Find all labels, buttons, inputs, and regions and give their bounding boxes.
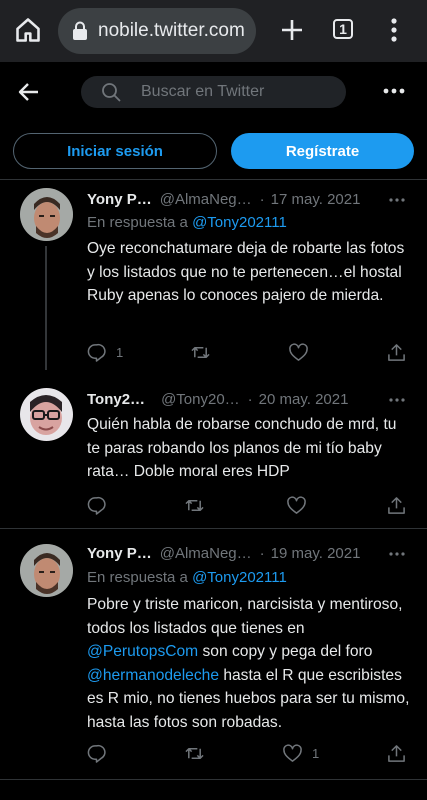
timestamp[interactable]: 20 may. 2021 xyxy=(259,391,349,408)
tweet[interactable]: Tony2… @Tony20… · 20 may. 2021 Quién hab… xyxy=(0,380,427,528)
url-text: nobile.twitter.com xyxy=(98,20,245,41)
avatar-photo xyxy=(20,188,73,241)
display-name[interactable]: Yony P… xyxy=(87,545,152,562)
search-placeholder: Buscar en Twitter xyxy=(141,83,265,100)
tab-switcher-icon[interactable]: 1 xyxy=(333,19,353,39)
timestamp[interactable]: 17 may. 2021 xyxy=(271,191,361,208)
like-button[interactable]: 1 xyxy=(283,742,319,764)
tweet-header: Tony2… @Tony20… · 20 may. 2021 xyxy=(87,391,348,408)
search-icon xyxy=(102,83,121,102)
share-icon xyxy=(388,496,405,514)
tweet-text-part: son copy y pega del foro xyxy=(198,643,373,660)
tweet-text-part: Pobre y triste maricon, narcisista y men… xyxy=(87,596,403,637)
like-icon xyxy=(289,342,308,361)
mention-link[interactable]: @hermanodeleche xyxy=(87,667,219,684)
separator-dot: · xyxy=(247,391,253,408)
separator-dot: · xyxy=(259,191,265,208)
address-bar[interactable]: nobile.twitter.com xyxy=(58,8,256,54)
tweet-actions: 1 xyxy=(87,341,407,363)
like-icon xyxy=(283,743,302,762)
reply-count: 1 xyxy=(116,344,124,360)
reply-icon xyxy=(87,343,106,362)
tweet-header: Yony P… @AlmaNeg… · 19 may. 2021 xyxy=(87,545,360,562)
tweet-text: Pobre y triste maricon, narcisista y men… xyxy=(87,593,412,734)
more-horizontal-icon[interactable] xyxy=(389,552,405,556)
share-icon xyxy=(388,343,405,361)
login-button[interactable]: Iniciar sesión xyxy=(13,133,217,169)
timestamp[interactable]: 19 may. 2021 xyxy=(271,545,361,562)
avatar[interactable] xyxy=(20,388,73,441)
like-button[interactable] xyxy=(289,341,318,363)
share-button[interactable] xyxy=(387,494,406,516)
retweet-icon xyxy=(185,747,204,759)
retweet-button[interactable] xyxy=(185,742,214,764)
reply-button[interactable]: 1 xyxy=(87,341,123,363)
more-horizontal-icon[interactable] xyxy=(389,198,405,202)
tweet-text: Oye reconchatumare deja de robarte las f… xyxy=(87,240,405,304)
signup-button[interactable]: Regístrate xyxy=(231,133,414,169)
tweet-header: Yony P… @AlmaNeg… · 17 may. 2021 xyxy=(87,191,360,208)
username[interactable]: @AlmaNeg… xyxy=(160,191,252,208)
reply-prefix: En respuesta a xyxy=(87,214,188,231)
retweet-icon xyxy=(185,499,204,511)
tab-count: 1 xyxy=(339,21,347,37)
tweet-text: Quién habla de robarse conchudo de mrd, … xyxy=(87,416,397,480)
reply-prefix: En respuesta a xyxy=(87,569,188,586)
like-button[interactable] xyxy=(287,494,316,516)
search-input[interactable]: Buscar en Twitter xyxy=(81,76,346,108)
tweet[interactable]: Yony P… @AlmaNeg… · 17 may. 2021 En resp… xyxy=(0,180,427,380)
home-icon[interactable] xyxy=(14,16,42,44)
thread-line xyxy=(45,246,47,370)
tweet-actions: 1 xyxy=(87,742,407,764)
retweet-button[interactable] xyxy=(191,341,220,363)
tweet[interactable]: Yony P… @AlmaNeg… · 19 may. 2021 En resp… xyxy=(0,529,427,779)
retweet-icon xyxy=(191,346,210,358)
plus-icon[interactable] xyxy=(280,18,304,42)
like-icon xyxy=(287,495,306,514)
divider xyxy=(0,779,427,780)
reply-icon xyxy=(87,744,106,763)
tweet-actions xyxy=(87,494,407,516)
reply-button[interactable] xyxy=(87,742,116,764)
kebab-menu-icon[interactable] xyxy=(384,17,404,43)
mention-link[interactable]: @Tony202111 xyxy=(192,569,287,586)
browser-toolbar: nobile.twitter.com 1 xyxy=(0,0,427,62)
back-arrow-icon[interactable] xyxy=(18,81,40,103)
avatar[interactable] xyxy=(20,544,73,597)
share-button[interactable] xyxy=(387,742,406,764)
mention-link[interactable]: @Tony202111 xyxy=(192,214,287,231)
share-icon xyxy=(388,744,405,762)
retweet-button[interactable] xyxy=(185,494,214,516)
avatar-photo xyxy=(20,388,73,441)
share-button[interactable] xyxy=(387,341,406,363)
more-horizontal-icon[interactable] xyxy=(383,88,405,94)
more-horizontal-icon[interactable] xyxy=(389,398,405,402)
reply-icon xyxy=(87,496,106,515)
reply-context: En respuesta a @Tony202111 xyxy=(87,569,287,586)
twitter-header: Buscar en Twitter xyxy=(0,62,427,120)
lock-icon xyxy=(73,21,87,40)
separator-dot: · xyxy=(259,545,265,562)
like-count: 1 xyxy=(312,745,320,761)
reply-button[interactable] xyxy=(87,494,116,516)
display-name[interactable]: Yony P… xyxy=(87,191,152,208)
display-name[interactable]: Tony2… xyxy=(87,391,145,408)
username[interactable]: @Tony20… xyxy=(161,391,240,408)
username[interactable]: @AlmaNeg… xyxy=(160,545,252,562)
avatar-photo xyxy=(20,544,73,597)
mention-link[interactable]: @PerutopsCom xyxy=(87,643,198,660)
avatar[interactable] xyxy=(20,188,73,241)
reply-context: En respuesta a @Tony202111 xyxy=(87,214,287,231)
